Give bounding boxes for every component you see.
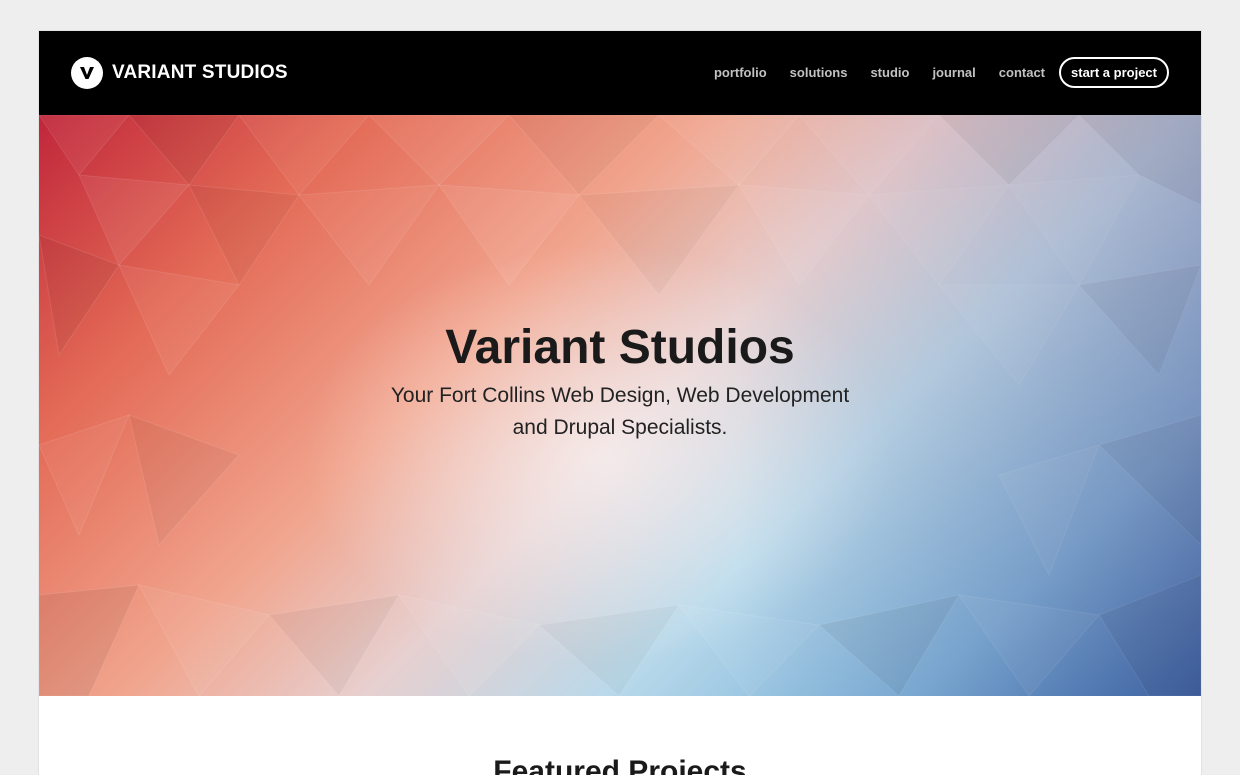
nav-journal[interactable]: journal — [932, 65, 975, 80]
main-nav: portfolio solutions studio journal conta… — [714, 55, 1169, 90]
hero-subtitle-line-1: Your Fort Collins Web Design, Web Develo… — [390, 384, 850, 407]
nav-contact[interactable]: contact — [999, 65, 1045, 80]
nav-studio[interactable]: studio — [870, 65, 909, 80]
nav-portfolio[interactable]: portfolio — [714, 65, 767, 80]
hero-title: Variant Studios — [445, 321, 795, 374]
start-project-button[interactable]: start a project — [1059, 57, 1169, 88]
site-header: VARIANT STUDIOS portfolio solutions stud… — [39, 31, 1201, 115]
nav-solutions[interactable]: solutions — [790, 65, 848, 80]
brand-name: VARIANT STUDIOS — [112, 62, 288, 83]
site-logo[interactable]: VARIANT STUDIOS — [71, 56, 288, 90]
hero-subtitle: Your Fort Collins Web Design, Web Develo… — [39, 380, 1201, 444]
featured-projects-heading: Featured Projects — [493, 755, 747, 775]
hero-subtitle-line-2: and Drupal Specialists. — [512, 416, 728, 439]
v-logo-icon — [71, 57, 103, 89]
hero-banner: Variant Studios Your Fort Collins Web De… — [39, 115, 1201, 696]
site-frame: VARIANT STUDIOS portfolio solutions stud… — [39, 31, 1201, 775]
